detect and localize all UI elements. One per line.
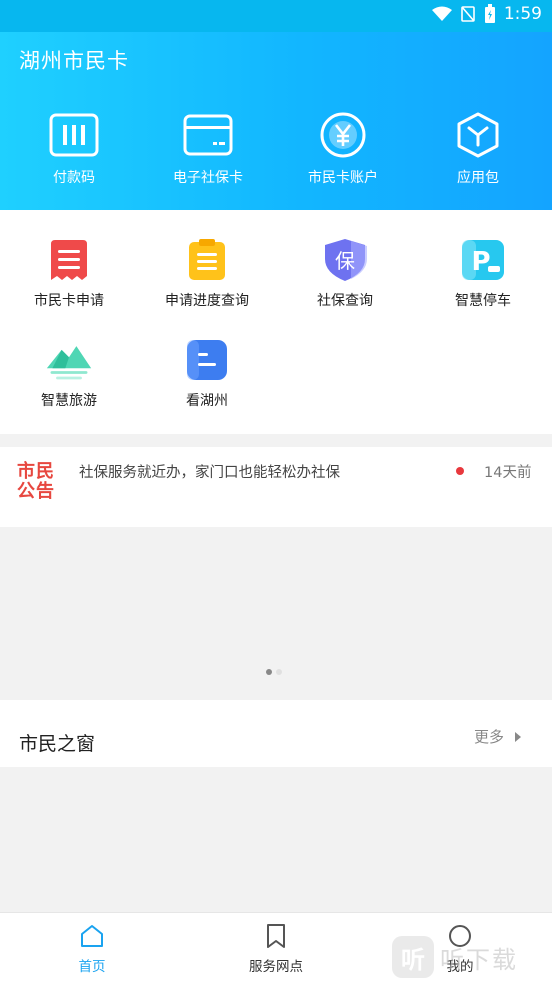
banner-carousel[interactable] — [0, 527, 552, 699]
quick-action-e-social-card[interactable]: 电子社保卡 — [139, 110, 277, 187]
service-label: 智慧停车 — [455, 293, 511, 309]
service-label: 看湖州 — [186, 393, 228, 409]
service-grid: 市民卡申请 申请进度查询 保 社保查询 P 智慧停车 智慧旅游 看湖州 — [0, 210, 552, 434]
notice-time: 14天前 — [484, 465, 532, 481]
bookmark-icon — [263, 923, 289, 949]
shield-glyph: 保 — [335, 249, 355, 273]
yuan-coin-icon — [318, 110, 368, 160]
quick-action-app-package[interactable]: 应用包 — [409, 110, 547, 187]
wifi-icon — [431, 6, 452, 21]
notice-bar[interactable]: 市民 公告 社保服务就近办，家门口也能轻松办社保 14天前 — [0, 447, 552, 527]
service-card-application[interactable]: 市民卡申请 — [0, 236, 138, 310]
no-signal-icon — [461, 6, 475, 22]
page-title: 湖州市民卡 — [19, 49, 129, 73]
service-label: 申请进度查询 — [165, 293, 249, 309]
quick-action-label: 付款码 — [53, 170, 95, 186]
tab-label: 服务网点 — [249, 959, 303, 975]
service-view-huzhou[interactable]: 看湖州 — [138, 336, 276, 410]
citizen-window-section: 市民之窗 更多 — [0, 700, 552, 767]
notice-logo-line2: 公告 — [17, 481, 55, 502]
home-icon — [79, 923, 105, 949]
status-time: 1:59 — [503, 4, 542, 24]
tab-home[interactable]: 首页 — [32, 923, 152, 975]
carousel-indicator — [266, 669, 282, 675]
service-social-security-query[interactable]: 保 社保查询 — [276, 236, 414, 310]
application-form-icon — [45, 236, 93, 284]
quick-action-label: 电子社保卡 — [173, 170, 243, 186]
service-smart-tourism[interactable]: 智慧旅游 — [0, 336, 138, 410]
service-progress-query[interactable]: 申请进度查询 — [138, 236, 276, 310]
quick-action-card-account[interactable]: 市民卡账户 — [274, 110, 412, 187]
parking-glyph: P — [471, 247, 490, 277]
notice-logo: 市民 公告 — [17, 462, 63, 502]
quick-action-label: 应用包 — [457, 170, 499, 186]
carousel-dot-active — [266, 669, 272, 675]
status-icons: 1:59 — [431, 4, 542, 24]
parking-icon: P — [459, 236, 507, 284]
package-icon — [453, 110, 503, 160]
tab-label: 首页 — [78, 959, 106, 975]
clipboard-icon — [183, 236, 231, 284]
watermark: 听 听下载 — [392, 936, 518, 978]
card-icon — [183, 110, 233, 160]
chevron-right-icon — [515, 731, 522, 742]
status-bar: 1:59 — [0, 0, 552, 32]
service-label: 社保查询 — [317, 293, 373, 309]
quick-action-pay-code[interactable]: 付款码 — [5, 110, 143, 187]
message-icon — [183, 336, 231, 384]
app-screen: 1:59 湖州市民卡 付款码 电子社保卡 市民卡账户 应用包 市民卡申请 申请进… — [0, 0, 552, 981]
notice-logo-line1: 市民 — [17, 461, 55, 482]
battery-icon — [484, 4, 495, 23]
quick-action-label: 市民卡账户 — [308, 170, 378, 186]
tab-service-points[interactable]: 服务网点 — [216, 923, 336, 975]
mountain-icon — [45, 336, 93, 384]
more-label: 更多 — [474, 728, 505, 746]
service-label: 市民卡申请 — [34, 293, 104, 309]
notice-text[interactable]: 社保服务就近办，家门口也能轻松办社保 — [79, 461, 340, 482]
service-smart-parking[interactable]: P 智慧停车 — [414, 236, 552, 310]
section-title: 市民之窗 — [19, 733, 96, 755]
barcode-icon — [49, 110, 99, 160]
watermark-logo: 听 — [392, 936, 434, 978]
service-label: 智慧旅游 — [41, 393, 97, 409]
carousel-dot — [276, 669, 282, 675]
watermark-text: 听下载 — [440, 945, 518, 974]
shield-icon: 保 — [321, 236, 369, 284]
more-link[interactable]: 更多 — [474, 726, 522, 747]
unread-dot — [456, 467, 464, 475]
quick-actions: 付款码 电子社保卡 市民卡账户 应用包 — [0, 110, 552, 190]
